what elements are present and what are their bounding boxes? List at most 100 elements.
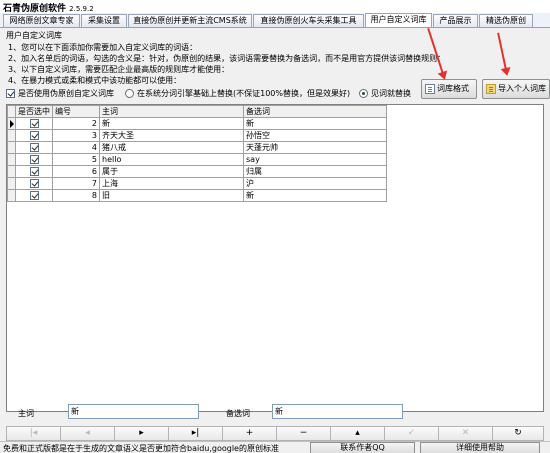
nav-prior-button[interactable]: ◂ — [60, 426, 115, 441]
row-id[interactable]: 7 — [52, 177, 100, 190]
nav-first-button[interactable]: |◂ — [6, 426, 61, 441]
row-checkbox[interactable] — [29, 131, 39, 140]
row-checkbox-cell[interactable] — [15, 129, 53, 142]
dictionary-grid[interactable]: 是否选中 编号 主词 备选词 2 新 新 3 齐天大圣 孙悟空 4 猪八戒 天蓬… — [6, 104, 544, 412]
row-checkbox-cell[interactable] — [15, 165, 53, 178]
row-checkbox[interactable] — [29, 167, 39, 176]
current-row-icon — [10, 120, 14, 128]
system-engine-label: 在系统分词引擎基础上替换(不保证100%替换，但是效果好) — [137, 89, 351, 98]
row-main-word[interactable]: 新 — [99, 117, 244, 130]
alt-word-input[interactable]: 新 — [272, 404, 403, 419]
tab-product-showcase[interactable]: 产品展示 — [433, 14, 478, 27]
column-alt-word-header[interactable]: 备选词 — [243, 105, 387, 118]
row-checkbox[interactable] — [29, 143, 39, 152]
nav-cancel-button[interactable]: ✕ — [438, 426, 493, 441]
row-indicator — [7, 177, 16, 190]
row-alt-word[interactable]: say — [243, 153, 387, 166]
row-checkbox-cell[interactable] — [15, 153, 53, 166]
row-main-word[interactable]: 属于 — [99, 165, 244, 178]
custom-dictionary-panel: 用户自定义词库 1、您可以在下面添加你需要加入自定义词库的词语： 2、加入名单后… — [0, 27, 550, 441]
row-main-word[interactable]: 猪八戒 — [99, 141, 244, 154]
row-alt-word[interactable]: 天蓬元帅 — [243, 141, 387, 154]
nav-last-button[interactable]: ▸| — [168, 426, 223, 441]
column-main-word-header[interactable]: 主词 — [99, 105, 244, 118]
row-checkbox[interactable] — [29, 179, 39, 188]
column-id-header[interactable]: 编号 — [52, 105, 100, 118]
checkbox-icon[interactable] — [6, 89, 15, 98]
use-custom-dictionary-checkbox[interactable]: 是否使用伪原创自定义词库 — [6, 88, 114, 99]
dictionary-format-button[interactable]: 词库格式 — [421, 79, 477, 99]
row-alt-word[interactable]: 沪 — [243, 177, 387, 190]
table-row[interactable]: 6 属于 归属 — [7, 165, 387, 178]
row-alt-word[interactable]: 新 — [243, 117, 387, 130]
row-id[interactable]: 8 — [52, 189, 100, 202]
nav-post-button[interactable]: ✓ — [384, 426, 439, 441]
table-row[interactable]: 2 新 新 — [7, 117, 387, 130]
contact-author-button[interactable]: 联系作者QQ — [310, 442, 415, 453]
row-indicator — [7, 117, 16, 130]
row-indicator — [7, 153, 16, 166]
main-tabs: 网络原创文章专家 采集设置 直接伪原创并更新主流CMS系统 直接伪原创火车头采集… — [0, 13, 550, 27]
row-checkbox-cell[interactable] — [15, 141, 53, 154]
system-engine-radio[interactable]: 在系统分词引擎基础上替换(不保证100%替换，但是效果好) — [125, 88, 350, 99]
main-word-label: 主词 — [18, 409, 34, 418]
radio-icon[interactable] — [359, 89, 368, 98]
row-main-word[interactable]: hello — [99, 153, 244, 166]
instructions: 1、您可以在下面添加你需要加入自定义词库的词语： 2、加入名单后的词语，勾选的含… — [8, 42, 446, 86]
nav-refresh-button[interactable]: ↻ — [492, 426, 544, 441]
instruction-line: 1、您可以在下面添加你需要加入自定义词库的词语： — [8, 43, 198, 52]
use-custom-dictionary-label: 是否使用伪原创自定义词库 — [18, 89, 114, 98]
direct-replace-radio[interactable]: 见词就替换 — [359, 88, 411, 99]
nav-edit-button[interactable]: ▴ — [330, 426, 385, 441]
row-alt-word[interactable]: 归属 — [243, 165, 387, 178]
row-main-word[interactable]: 上海 — [99, 177, 244, 190]
nav-next-button[interactable]: ▸ — [114, 426, 169, 441]
radio-icon[interactable] — [125, 89, 134, 98]
direct-replace-label: 见词就替换 — [371, 89, 411, 98]
nav-insert-button[interactable]: + — [222, 426, 277, 441]
row-checkbox[interactable] — [29, 119, 39, 128]
row-indicator-header — [7, 105, 16, 118]
row-checkbox-cell[interactable] — [15, 189, 53, 202]
document-icon — [425, 84, 435, 94]
row-id[interactable]: 6 — [52, 165, 100, 178]
row-id[interactable]: 4 — [52, 141, 100, 154]
table-row[interactable]: 7 上海 沪 — [7, 177, 387, 190]
row-id[interactable]: 3 — [52, 129, 100, 142]
record-navigator: |◂ ◂ ▸ ▸| + − ▴ ✓ ✕ ↻ — [0, 426, 550, 441]
tab-locomotive-tool[interactable]: 直接伪原创火车头采集工具 — [253, 14, 364, 27]
row-main-word[interactable]: 旧 — [99, 189, 244, 202]
status-bar: 免费和正式版都是在于生成的文章语义是否更加符合baidu,google的原创标准… — [0, 441, 550, 453]
import-dictionary-label: 导入个人词库 — [498, 84, 546, 93]
row-alt-word[interactable]: 孙悟空 — [243, 129, 387, 142]
tab-cms-update[interactable]: 直接伪原创并更新主流CMS系统 — [128, 14, 252, 27]
tab-collect-settings[interactable]: 采集设置 — [81, 14, 127, 27]
tab-article-expert[interactable]: 网络原创文章专家 — [3, 14, 80, 27]
row-indicator — [7, 189, 16, 202]
table-row[interactable]: 5 hello say — [7, 153, 387, 166]
help-button[interactable]: 详细使用帮助 — [420, 442, 540, 453]
row-checkbox[interactable] — [29, 191, 39, 200]
import-icon — [486, 84, 496, 94]
table-row[interactable]: 3 齐天大圣 孙悟空 — [7, 129, 387, 142]
main-word-input[interactable]: 新 — [68, 404, 199, 419]
row-checkbox-cell[interactable] — [15, 177, 53, 190]
row-alt-word[interactable]: 新 — [243, 189, 387, 202]
row-main-word[interactable]: 齐天大圣 — [99, 129, 244, 142]
word-editor: 主词 新 备选词 新 — [0, 400, 550, 424]
nav-delete-button[interactable]: − — [276, 426, 331, 441]
table-row[interactable]: 4 猪八戒 天蓬元帅 — [7, 141, 387, 154]
row-checkbox-cell[interactable] — [15, 117, 53, 130]
import-dictionary-button[interactable]: 导入个人词库 — [482, 79, 550, 99]
instruction-line: 2、加入名单后的词语，勾选的含义是：针对，伪原创的结果，该词语需要替换为备选词，… — [8, 54, 446, 63]
row-id[interactable]: 5 — [52, 153, 100, 166]
row-checkbox[interactable] — [29, 155, 39, 164]
column-selected-header[interactable]: 是否选中 — [15, 105, 53, 118]
annotation-arrow-import — [497, 32, 507, 71]
tab-featured-rewrite[interactable]: 精选伪原创 — [479, 14, 533, 27]
tab-custom-dictionary[interactable]: 用户自定义词库 — [365, 13, 432, 27]
instruction-line: 3、以下自定义词库，需要匹配企业最高版的规则库才能使用： — [8, 65, 230, 74]
row-id[interactable]: 2 — [52, 117, 100, 130]
table-row[interactable]: 8 旧 新 — [7, 189, 387, 202]
instruction-line: 4、在暴力模式或柔和模式中该功能都可以使用： — [8, 76, 182, 85]
